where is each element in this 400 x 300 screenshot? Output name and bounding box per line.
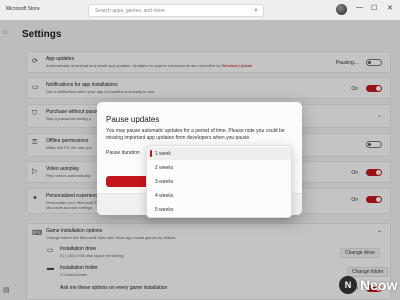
- dialog-body: You may pause automatic updates for a pe…: [106, 128, 285, 141]
- close-button[interactable]: ✕: [387, 4, 393, 12]
- watermark-logo-icon: N: [339, 276, 357, 294]
- watermark-text: Neow: [360, 277, 398, 293]
- pause-duration-dropdown[interactable]: 1 week 2 weeks 3 weeks 4 weeks 5 weeks: [146, 145, 292, 218]
- search-input[interactable]: Search apps, games, and more ⌕: [88, 4, 264, 17]
- dropdown-option[interactable]: 3 weeks: [148, 175, 291, 188]
- dialog-title: Pause updates: [106, 115, 160, 124]
- title-bar: Microsoft Store Search apps, games, and …: [0, 0, 400, 20]
- search-placeholder: Search apps, games, and more: [95, 8, 165, 14]
- dropdown-option[interactable]: 5 weeks: [148, 203, 291, 216]
- app-name: Microsoft Store: [6, 6, 40, 12]
- avatar[interactable]: [336, 4, 347, 15]
- maximize-button[interactable]: ☐: [371, 4, 377, 12]
- neowin-watermark: N Neow: [339, 276, 397, 294]
- dropdown-option[interactable]: 2 weeks: [148, 161, 291, 174]
- dropdown-option[interactable]: 4 weeks: [148, 189, 291, 202]
- dropdown-option[interactable]: 1 week: [148, 147, 291, 160]
- search-icon[interactable]: ⌕: [254, 7, 258, 15]
- pause-duration-label: Pause duration: [106, 150, 140, 156]
- minimize-button[interactable]: —: [356, 4, 363, 11]
